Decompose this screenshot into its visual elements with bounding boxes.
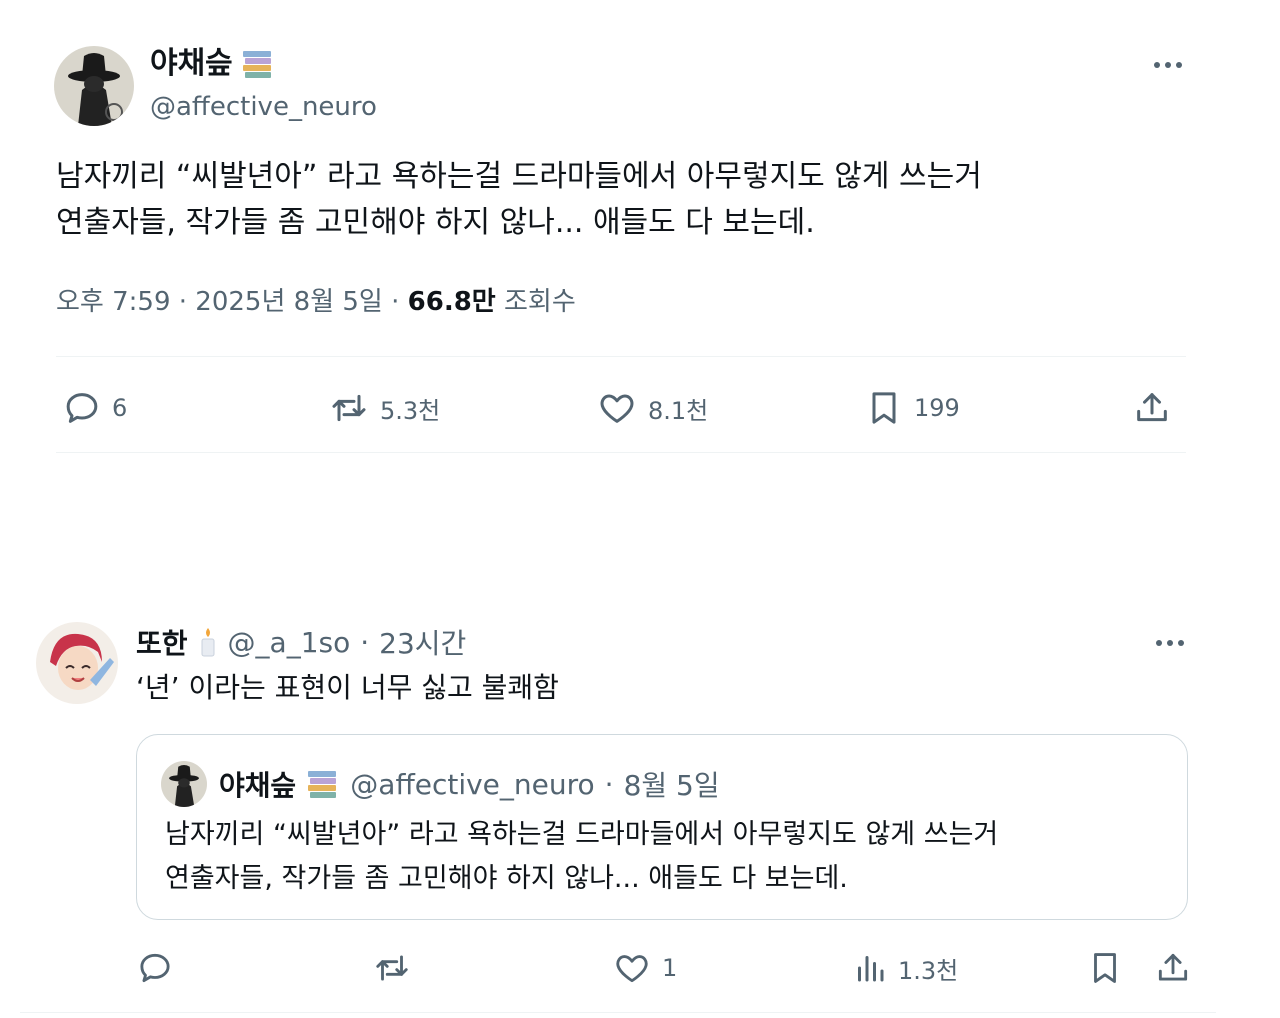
tweet-meta: 오후 7:59 · 2025년 8월 5일 · 66.8만 조회수 (56, 284, 576, 320)
quoted-text: 남자끼리 “씨발년아” 라고 욕하는걸 드라마들에서 아무렇지도 않게 쓰는거 … (165, 813, 998, 901)
views-count: 1.3천 (898, 956, 959, 985)
reply-actions: 1 1.3천 (136, 944, 1192, 992)
author-name-text[interactable]: 야채슾 (150, 44, 233, 84)
repost-icon (332, 394, 366, 422)
author-name[interactable]: 야채슾 (150, 44, 275, 84)
views-count: 66.8만 (407, 287, 496, 317)
reply-header: 또한 @_a_1so · 23시간 (136, 622, 466, 662)
reply-icon (66, 393, 98, 423)
reply-time[interactable]: 23시간 (379, 622, 466, 662)
views-button[interactable]: 1.3천 (852, 944, 958, 992)
tweet-text: 남자끼리 “씨발년아” 라고 욕하는걸 드라마들에서 아무렇지도 않게 쓰는거 … (56, 154, 1216, 246)
bookmark-icon (1094, 953, 1116, 983)
bookmark-icon (872, 392, 896, 424)
quoted-tweet[interactable]: 야채슾 @affective_neuro · 8월 5일 남자끼리 “씨발년아”… (136, 734, 1188, 920)
like-count: 8.1천 (648, 396, 709, 425)
bookmark-button[interactable]: 199 (864, 384, 960, 432)
reply-icon (140, 953, 170, 983)
quoted-author-avatar (161, 761, 207, 807)
divider (20, 1012, 1216, 1013)
tweet-time[interactable]: 오후 7:59 (56, 287, 171, 317)
quoted-header: 야채슾 @affective_neuro · 8월 5일 (219, 763, 720, 805)
share-button[interactable] (1154, 944, 1192, 992)
tweet-text-line: 남자끼리 “씨발년아” 라고 욕하는걸 드라마들에서 아무렇지도 않게 쓰는거 (56, 159, 982, 194)
bookmark-button[interactable] (1086, 944, 1124, 992)
like-count: 1 (662, 954, 678, 982)
author-avatar[interactable] (54, 46, 134, 126)
reply-author-name[interactable]: 또한 (136, 622, 188, 662)
heart-icon (600, 394, 634, 423)
repost-button[interactable]: 5.3천 (328, 384, 440, 432)
more-options-icon[interactable] (1152, 628, 1188, 658)
bookmark-count: 199 (914, 394, 960, 422)
repost-count: 5.3천 (380, 396, 441, 425)
separator: · (360, 625, 370, 659)
separator: · (604, 767, 614, 801)
reply-author-handle[interactable]: @_a_1so (228, 626, 351, 659)
share-icon (1158, 953, 1188, 981)
reply-count: 6 (112, 394, 128, 422)
separator: · (178, 287, 188, 317)
heart-icon (616, 955, 648, 983)
repost-button[interactable] (372, 944, 422, 992)
separator: · (391, 287, 400, 317)
analytics-icon (858, 956, 884, 982)
quoted-text-line: 남자끼리 “씨발년아” 라고 욕하는걸 드라마들에서 아무렇지도 않게 쓰는거 (165, 819, 999, 850)
divider (56, 356, 1186, 357)
divider (56, 452, 1186, 453)
reply-button[interactable]: 6 (62, 384, 127, 432)
quoted-text-line: 연출자들, 작가들 좀 고민해야 하지 않나... 애들도 다 보는데. (165, 863, 848, 894)
tweet-text-line: 연출자들, 작가들 좀 고민해야 하지 않나... 애들도 다 보는데. (56, 205, 815, 240)
quoted-date: 8월 5일 (623, 769, 720, 802)
like-button[interactable]: 1 (612, 944, 677, 992)
books-icon (306, 769, 340, 799)
reply-button[interactable] (136, 944, 184, 992)
reply-text: ‘년’ 이라는 표현이 너무 싫고 불쾌함 (136, 671, 559, 704)
more-options-icon[interactable] (1150, 50, 1186, 80)
like-button[interactable]: 8.1천 (596, 384, 708, 432)
books-icon (241, 49, 275, 79)
share-button[interactable] (1132, 384, 1172, 432)
tweet-date[interactable]: 2025년 8월 5일 (195, 287, 383, 317)
candle-icon (198, 626, 218, 658)
tweet-actions: 6 5.3천 8.1천 199 (56, 384, 1186, 432)
views-label: 조회수 (503, 287, 576, 317)
quoted-author-name: 야채슾 (219, 769, 297, 802)
quoted-author-handle: @affective_neuro (350, 767, 595, 801)
share-icon (1137, 393, 1167, 422)
author-handle[interactable]: @affective_neuro (150, 90, 377, 124)
repost-icon (376, 955, 408, 981)
reply-author-avatar[interactable] (36, 622, 118, 704)
